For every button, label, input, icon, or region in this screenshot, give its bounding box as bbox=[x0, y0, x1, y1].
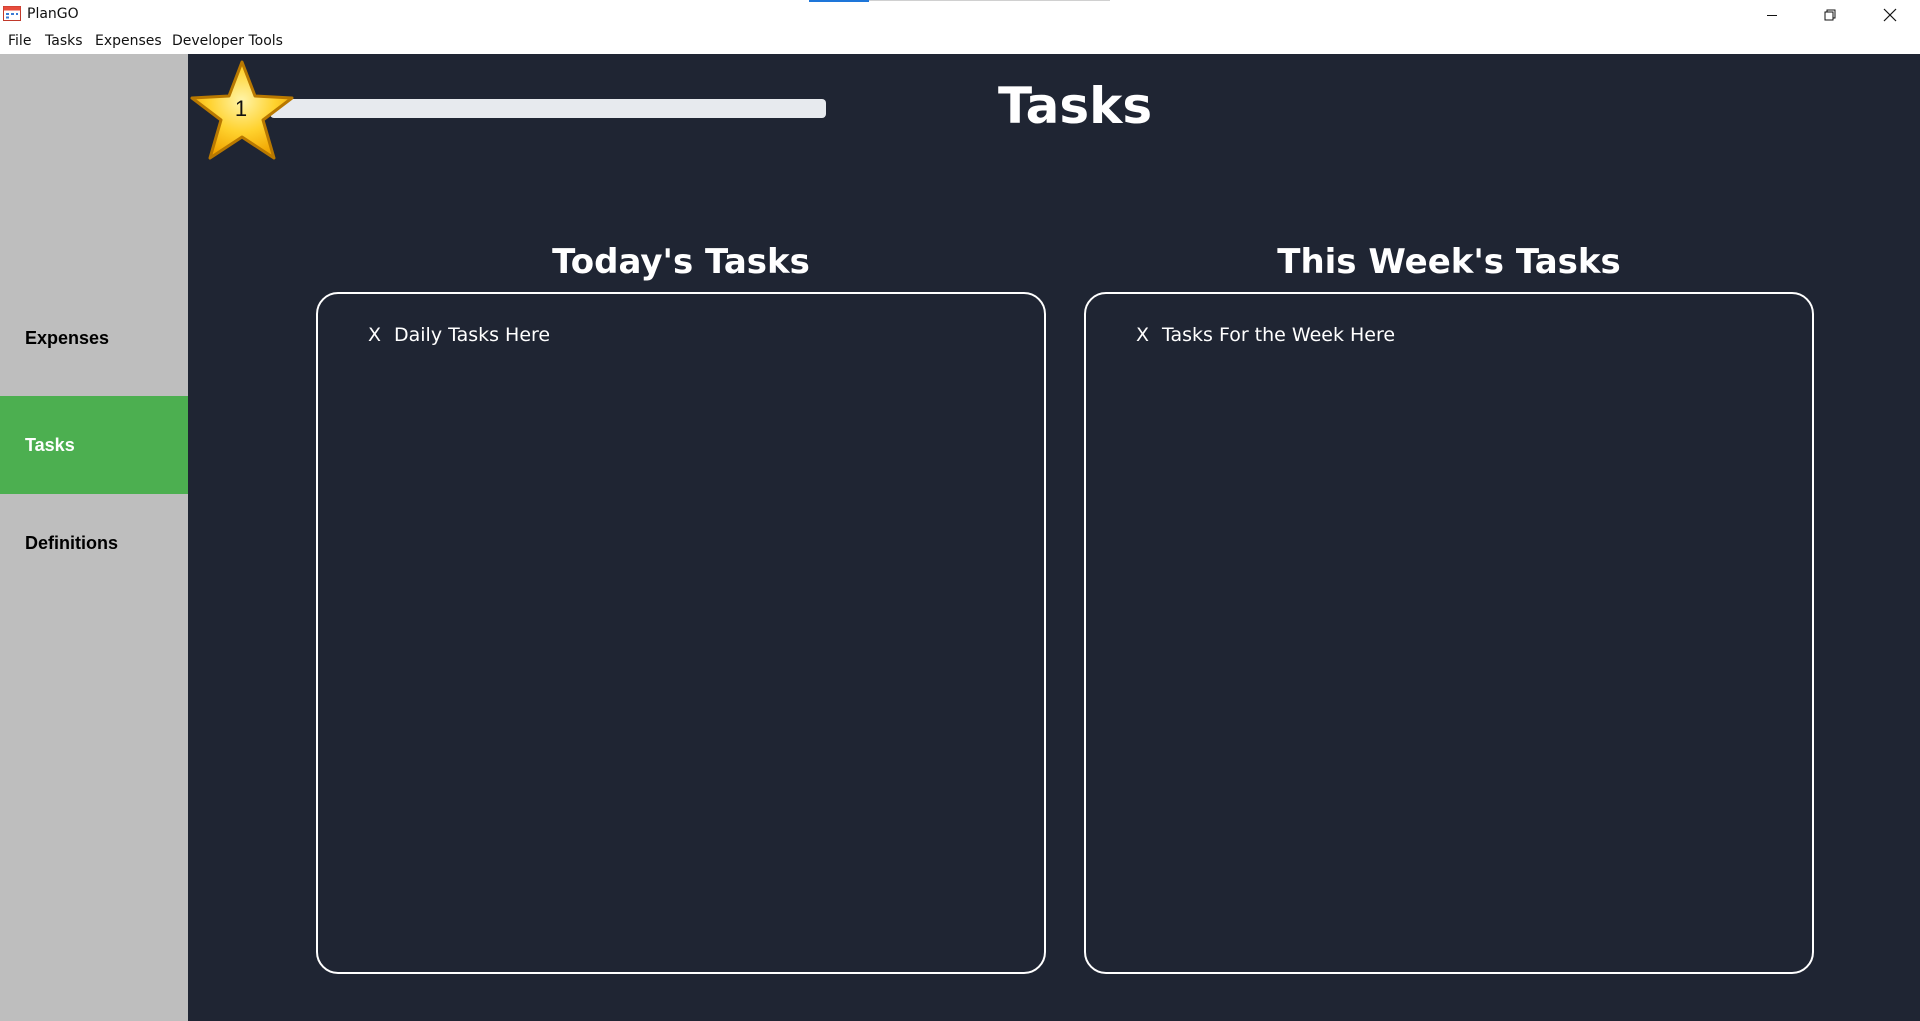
task-text: Daily Tasks Here bbox=[394, 324, 551, 346]
calendar-app-icon bbox=[3, 6, 21, 21]
title-accent-gray-line bbox=[869, 0, 1110, 1]
close-button[interactable] bbox=[1859, 0, 1920, 30]
minimize-button[interactable] bbox=[1743, 0, 1801, 30]
title-accent-line bbox=[809, 0, 869, 2]
restore-icon bbox=[1824, 9, 1836, 21]
sidebar-item-label: Expenses bbox=[25, 327, 110, 348]
week-tasks-panel: X Tasks For the Week Here bbox=[1084, 292, 1814, 974]
level-number: 1 bbox=[234, 96, 248, 121]
task-text: Tasks For the Week Here bbox=[1162, 324, 1396, 346]
main-content: 1 Tasks Today's Tasks This Week's Tasks … bbox=[188, 54, 1920, 1021]
list-item: X Daily Tasks Here bbox=[368, 324, 550, 346]
page-title: Tasks bbox=[998, 77, 1153, 135]
today-tasks-panel: X Daily Tasks Here bbox=[316, 292, 1046, 974]
sidebar-item-expenses[interactable]: Expenses bbox=[0, 289, 188, 387]
sidebar-item-label: Tasks bbox=[25, 434, 75, 455]
sidebar-item-definitions[interactable]: Definitions bbox=[0, 494, 188, 592]
restore-button[interactable] bbox=[1801, 0, 1859, 30]
menu-tasks[interactable]: Tasks bbox=[45, 33, 83, 49]
list-item: X Tasks For the Week Here bbox=[1136, 324, 1395, 346]
close-icon bbox=[1883, 8, 1896, 22]
today-tasks-heading: Today's Tasks bbox=[552, 242, 810, 282]
menu-bar: File Tasks Expenses Developer Tools bbox=[0, 30, 1920, 54]
week-tasks-heading: This Week's Tasks bbox=[1277, 242, 1621, 282]
menu-expenses[interactable]: Expenses bbox=[95, 33, 162, 49]
remove-task-button[interactable]: X bbox=[1136, 324, 1158, 346]
menu-developer-tools[interactable]: Developer Tools bbox=[172, 33, 283, 49]
minimize-icon bbox=[1767, 15, 1777, 16]
menu-file[interactable]: File bbox=[8, 33, 31, 49]
sidebar-item-tasks[interactable]: Tasks bbox=[0, 396, 188, 494]
sidebar: Expenses Tasks Definitions bbox=[0, 54, 188, 1021]
title-bar: PlanGO bbox=[0, 0, 1920, 30]
window-title: PlanGO bbox=[27, 6, 79, 22]
sidebar-item-label: Definitions bbox=[25, 532, 118, 553]
remove-task-button[interactable]: X bbox=[368, 324, 390, 346]
level-progress-bar bbox=[270, 99, 826, 118]
